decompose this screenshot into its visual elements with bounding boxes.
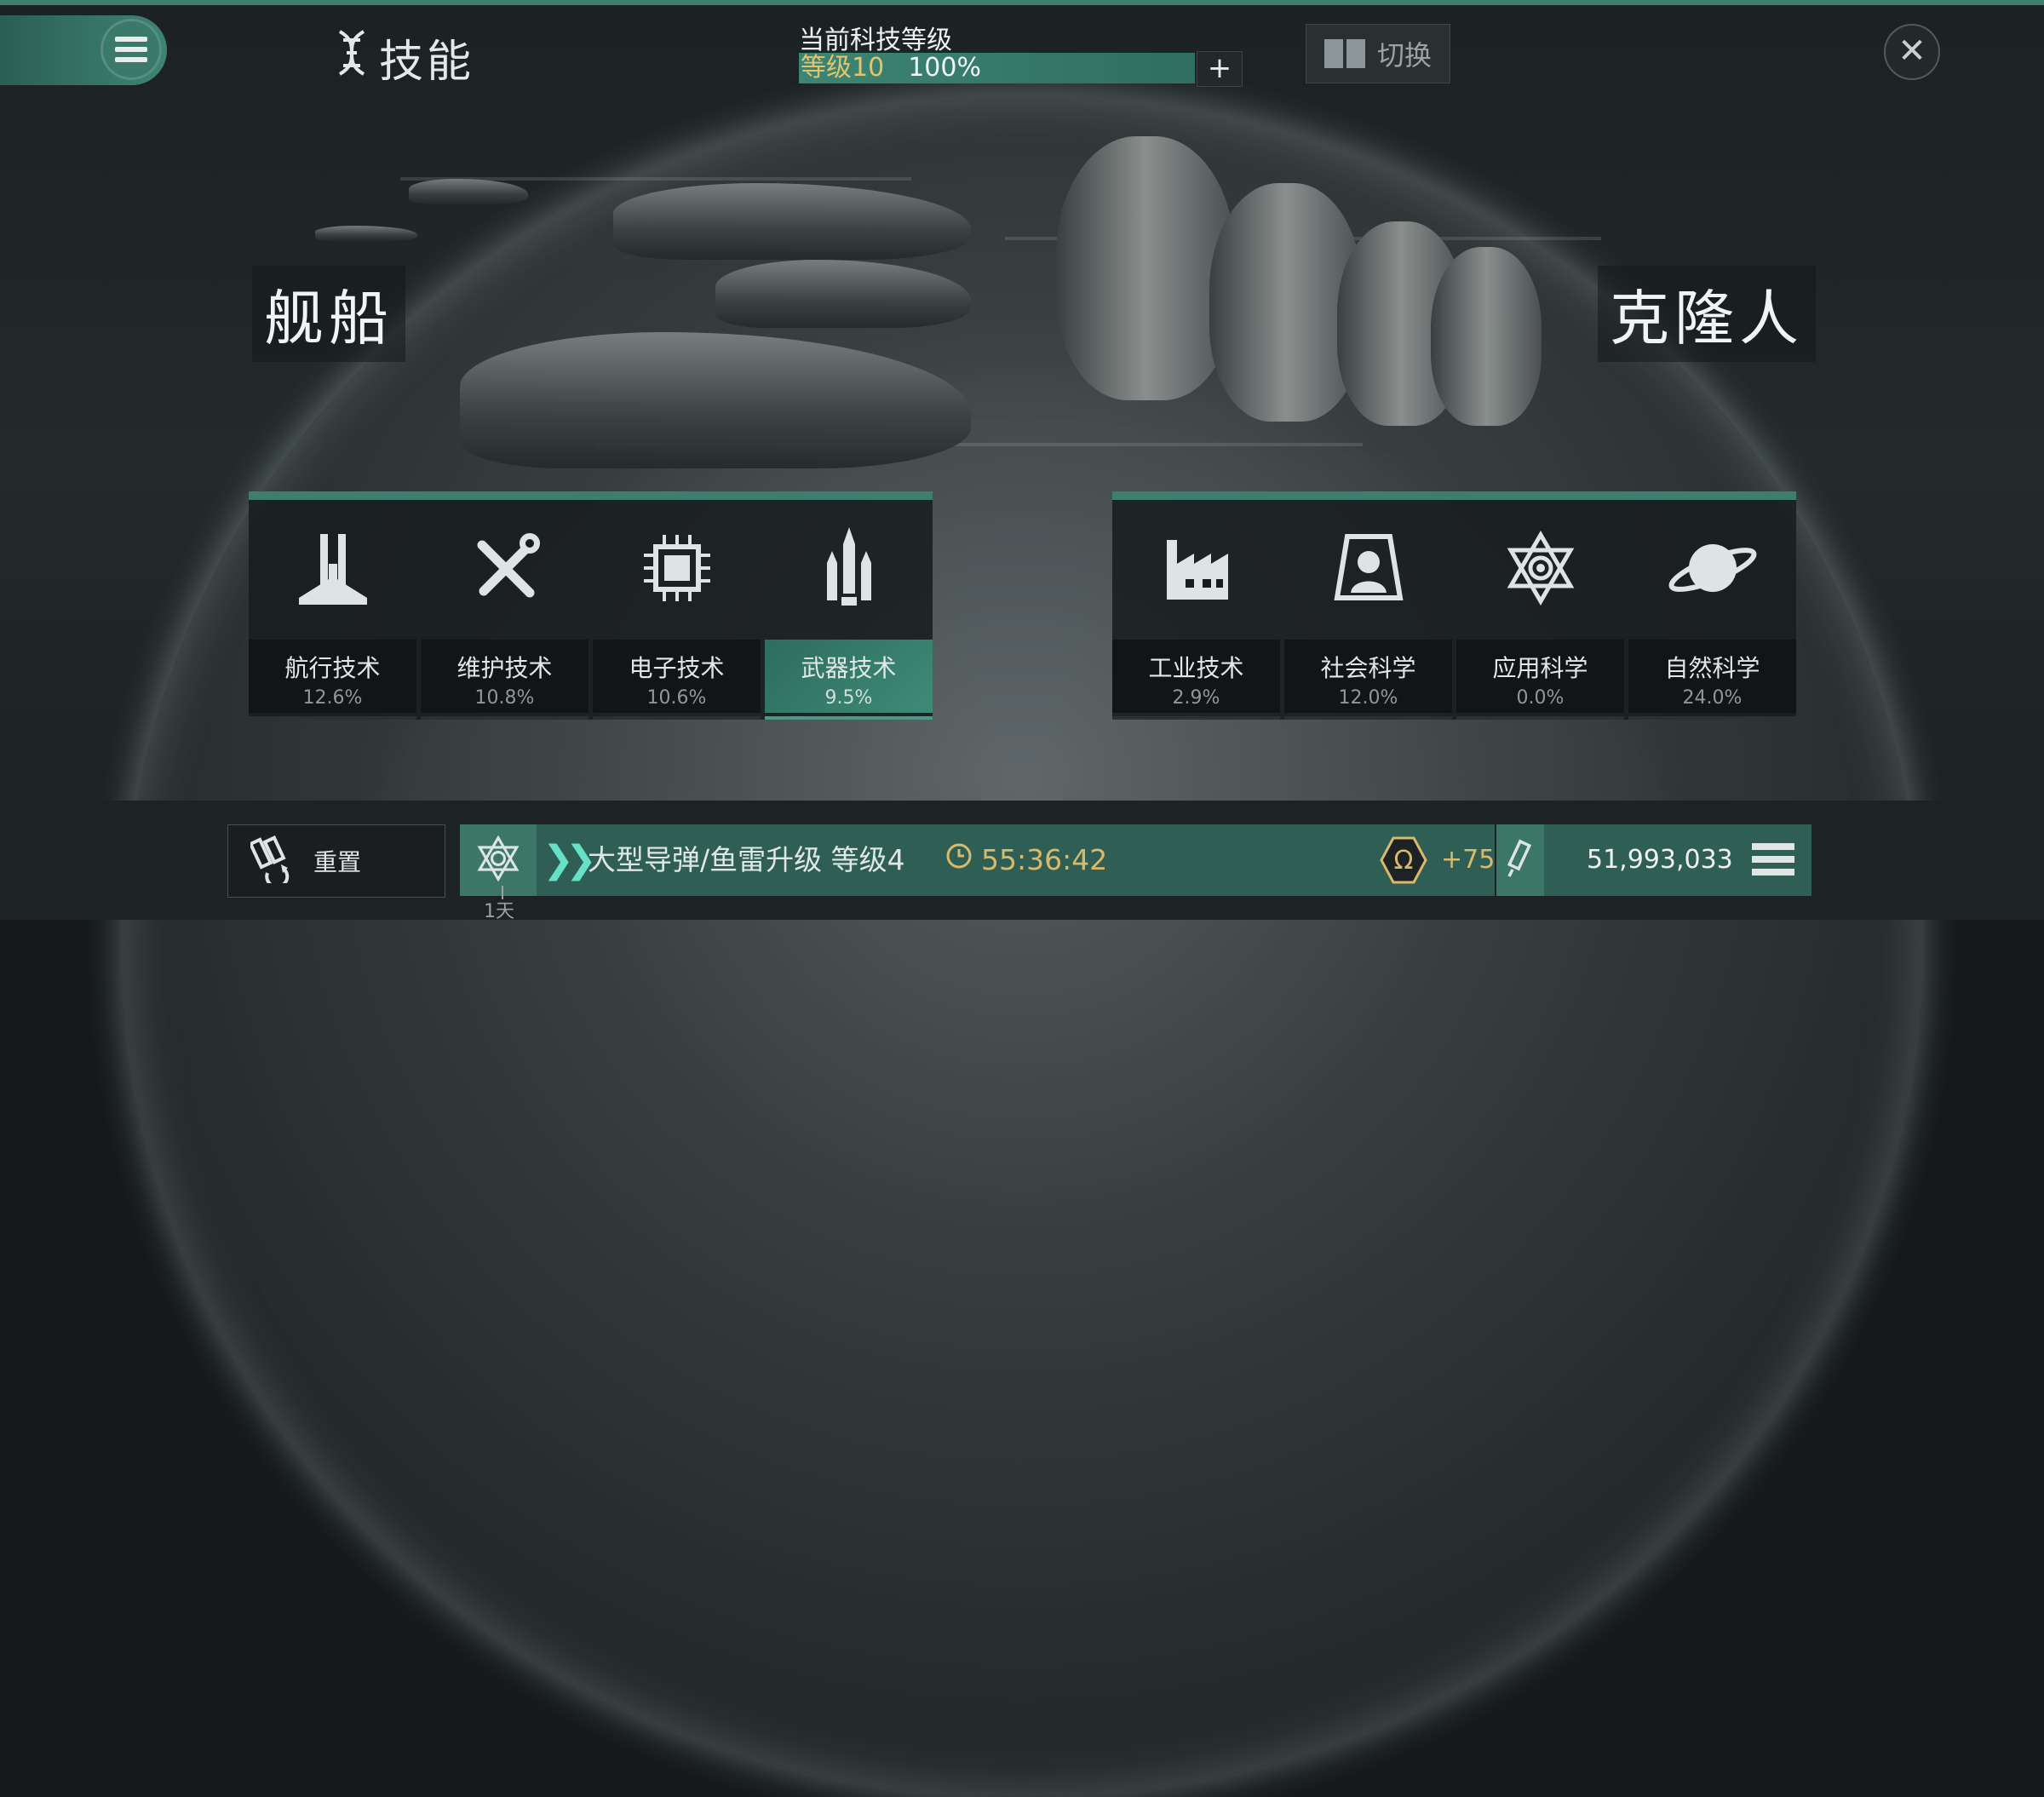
- resource-icon-cell: [1496, 824, 1544, 896]
- panel-accent-bar: [1112, 491, 1796, 500]
- person-frame-icon: [1284, 500, 1452, 636]
- clone-skills-panel: 工业技术 2.9% 社会科学 12.0% 应用科学 0.0% 自然科学 24.0…: [1112, 491, 1796, 720]
- skill-underline: [249, 716, 416, 720]
- skill-underline: [593, 716, 761, 720]
- skill-name: 航行技术: [284, 654, 381, 682]
- list-icon[interactable]: [1752, 843, 1794, 879]
- page-title: 技能: [379, 37, 475, 88]
- skill-info: 社会科学 12.0%: [1284, 640, 1452, 713]
- factory-icon: [1112, 500, 1280, 636]
- skill-name: 社会科学: [1320, 654, 1416, 682]
- panel-accent-bar: [249, 491, 933, 500]
- fighter-art: [315, 226, 417, 241]
- skill-info: 维护技术 10.8%: [421, 640, 589, 713]
- skill-name: 应用科学: [1492, 654, 1588, 682]
- navigation-icon: [249, 500, 416, 636]
- wrench-screwdriver-icon: [421, 500, 589, 636]
- clones-section-label: 克隆人: [1598, 266, 1816, 362]
- close-icon: ✕: [1898, 32, 1926, 71]
- double-chevron-icon: ❯❯: [543, 838, 597, 881]
- skill-name: 武器技术: [801, 654, 897, 682]
- skill-tile-navigation[interactable]: 航行技术 12.6%: [249, 500, 416, 720]
- skill-percent: 24.0%: [1682, 687, 1743, 709]
- skill-tile-maintenance[interactable]: 维护技术 10.8%: [421, 500, 589, 720]
- reset-icon: [248, 835, 293, 889]
- missiles-icon: [765, 500, 933, 636]
- skill-percent: 9.5%: [824, 687, 873, 709]
- switch-button[interactable]: 切换: [1306, 24, 1450, 83]
- top-accent-line: [0, 0, 2044, 5]
- skill-name: 工业技术: [1148, 654, 1244, 682]
- skill-tile-natural-science[interactable]: 自然科学 24.0%: [1628, 500, 1796, 720]
- skill-info: 自然科学 24.0%: [1628, 640, 1796, 713]
- queue-day-label: 1天: [484, 901, 514, 922]
- skill-info: 武器技术 9.5%: [765, 640, 933, 713]
- skill-underline: [1112, 716, 1280, 720]
- skill-info: 工业技术 2.9%: [1112, 640, 1280, 713]
- skill-percent: 10.8%: [474, 687, 535, 709]
- ships-section-label: 舰船: [252, 266, 405, 362]
- chip-icon: [593, 500, 761, 636]
- skill-tile-social-science[interactable]: 社会科学 12.0%: [1284, 500, 1452, 720]
- skill-underline: [421, 716, 589, 720]
- menu-icon: [115, 37, 147, 62]
- planet-icon: [1628, 500, 1796, 636]
- tech-level-bar: 等级10 100%: [799, 53, 1195, 83]
- skill-tile-industry[interactable]: 工业技术 2.9%: [1112, 500, 1280, 720]
- clock-icon: [945, 824, 973, 896]
- switch-label: 切换: [1376, 39, 1432, 72]
- queue-item: 大型导弹/鱼雷升级 等级4: [588, 824, 905, 896]
- skill-underline: [1284, 716, 1452, 720]
- skill-percent: 2.9%: [1172, 687, 1220, 709]
- skill-tile-applied-science[interactable]: 应用科学 0.0%: [1456, 500, 1624, 720]
- tech-level-text: 等级10 100%: [801, 53, 981, 83]
- reset-label: 重置: [313, 848, 362, 876]
- tech-level-label: 等级10: [801, 53, 885, 83]
- ship-skills-panel: 航行技术 12.6% 维护技术 10.8% 电子技术 10.6% 武器技术 9.…: [249, 491, 933, 720]
- skill-underline: [1628, 716, 1796, 720]
- queue-skill-icon-cell: [460, 824, 537, 896]
- skill-percent: 12.0%: [1338, 687, 1398, 709]
- add-level-button[interactable]: +: [1197, 51, 1243, 87]
- skill-percent: 12.6%: [302, 687, 363, 709]
- queue-item-level: 4: [887, 843, 905, 876]
- omega-icon[interactable]: Ω: [1380, 836, 1427, 884]
- skill-info: 电子技术 10.6%: [593, 640, 761, 713]
- switch-icon: [1323, 39, 1365, 68]
- menu-button[interactable]: [0, 15, 167, 85]
- skill-name: 维护技术: [456, 654, 553, 682]
- menu-button-circle[interactable]: [100, 19, 162, 80]
- tech-level-percent: 100%: [908, 53, 981, 83]
- skill-name: 自然科学: [1664, 654, 1760, 682]
- resource-value: 51,993,033: [1587, 845, 1733, 875]
- skill-underline: [765, 716, 933, 720]
- training-queue[interactable]: ❯❯ 大型导弹/鱼雷升级 等级4 55:36:42 Ω +75: [460, 824, 1522, 896]
- timer-value: 55:36:42: [981, 843, 1108, 876]
- svg-text:Ω: Ω: [1394, 846, 1414, 876]
- close-button[interactable]: ✕: [1884, 24, 1940, 80]
- dna-icon: [336, 30, 367, 85]
- omega-bonus: +75: [1441, 845, 1496, 875]
- clone-portrait: [1056, 136, 1235, 400]
- queue-timer: 55:36:42: [945, 824, 1107, 896]
- tech-level-caption: 当前科技等级: [799, 26, 952, 55]
- skill-points-resource[interactable]: 51,993,033: [1496, 824, 1811, 896]
- queue-item-name: 大型导弹/鱼雷升级 等级: [588, 843, 887, 876]
- reset-button[interactable]: 重置: [227, 824, 445, 898]
- atom-star-icon: [474, 835, 522, 886]
- skill-name: 电子技术: [629, 654, 725, 682]
- page-header: 技能: [336, 26, 474, 89]
- skill-tile-weapons[interactable]: 武器技术 9.5%: [765, 500, 933, 720]
- skill-info: 应用科学 0.0%: [1456, 640, 1624, 713]
- skill-injector-icon: [1506, 839, 1535, 881]
- skill-underline: [1456, 716, 1624, 720]
- skill-percent: 10.6%: [646, 687, 707, 709]
- skill-info: 航行技术 12.6%: [249, 640, 416, 713]
- atom-star-icon: [1456, 500, 1624, 636]
- clone-portrait: [1431, 247, 1542, 426]
- skill-percent: 0.0%: [1516, 687, 1565, 709]
- skill-tile-electronics[interactable]: 电子技术 10.6%: [593, 500, 761, 720]
